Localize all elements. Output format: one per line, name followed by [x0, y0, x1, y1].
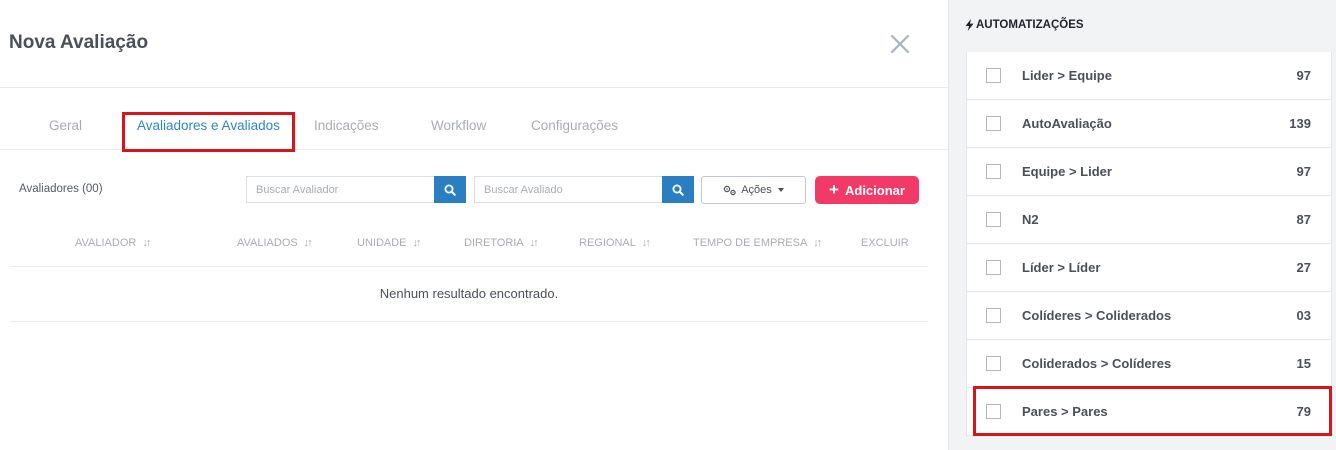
column-header-tempo-de-empresa[interactable]: TEMPO DE EMPRESA ↓↑ [693, 237, 822, 249]
automation-item-pares-pares[interactable]: Pares > Pares 79 [967, 388, 1331, 435]
automations-panel: AUTOMATIZAÇÕES Lider > Equipe 97 AutoAva… [948, 0, 1336, 450]
automation-count: 139 [1289, 116, 1311, 131]
automation-checkbox[interactable] [986, 260, 1001, 275]
chevron-down-icon [777, 188, 784, 192]
plus-icon: + [829, 180, 839, 199]
automation-label: Coliderados > Colíderes [1022, 356, 1172, 371]
automation-label: Colíderes > Coliderados [1022, 308, 1172, 323]
search-avaliado-button[interactable] [662, 176, 694, 203]
modal-header: Nova Avaliação [0, 0, 948, 88]
column-header-avaliados[interactable]: AVALIADOS ↓↑ [237, 237, 313, 249]
automation-checkbox[interactable] [986, 404, 1001, 419]
automation-count: 03 [1296, 308, 1311, 323]
sort-icon: ↓↑ [641, 237, 651, 249]
tab-bar: Geral Avaliadores e Avaliados Indicações… [0, 88, 948, 150]
tab-configuracoes[interactable]: Configurações [531, 118, 618, 133]
automation-count: 27 [1296, 260, 1311, 275]
search-avaliador-input[interactable] [246, 176, 434, 203]
modal-title: Nova Avaliação [9, 32, 149, 53]
tab-geral[interactable]: Geral [49, 118, 82, 133]
automation-checkbox[interactable] [986, 356, 1001, 371]
avaliadores-count-label: Avaliadores (00) [19, 183, 103, 195]
tab-avaliadores-e-avaliados[interactable]: Avaliadores e Avaliados [137, 118, 280, 133]
automation-item-lider-lider[interactable]: Líder > Líder 27 [967, 244, 1331, 292]
column-header-unidade[interactable]: UNIDADE ↓↑ [357, 237, 422, 249]
automation-item-coliders-coliderados[interactable]: Colíderes > Coliderados 03 [967, 292, 1331, 340]
automations-title: AUTOMATIZAÇÕES [965, 19, 1084, 31]
search-avaliador-group [246, 176, 466, 203]
column-header-diretoria[interactable]: DIRETORIA ↓↑ [464, 237, 539, 249]
automation-item-n2[interactable]: N2 87 [967, 196, 1331, 244]
automation-label: Líder > Líder [1022, 260, 1101, 275]
automation-count: 15 [1296, 356, 1311, 371]
acoes-label: Ações [741, 184, 772, 196]
bolt-icon [965, 19, 974, 31]
sort-icon: ↓↑ [303, 237, 313, 249]
search-avaliador-button[interactable] [434, 176, 466, 203]
sort-icon: ↓↑ [529, 237, 539, 249]
gears-icon [724, 185, 736, 195]
search-avaliado-group [474, 176, 694, 203]
column-header-regional[interactable]: REGIONAL ↓↑ [579, 237, 651, 249]
nova-avaliacao-modal: Nova Avaliação Geral Avaliadores e Avali… [0, 0, 948, 450]
tab-workflow[interactable]: Workflow [431, 118, 486, 133]
sort-icon: ↓↑ [412, 237, 422, 249]
sort-icon: ↓↑ [813, 237, 822, 249]
automation-checkbox[interactable] [986, 308, 1001, 323]
automation-label: Lider > Equipe [1022, 68, 1112, 83]
column-header-excluir: EXCLUIR [861, 237, 909, 249]
automation-count: 97 [1296, 68, 1311, 83]
automation-label: Pares > Pares [1022, 404, 1108, 419]
automation-checkbox[interactable] [986, 116, 1001, 131]
automation-count: 87 [1296, 212, 1311, 227]
close-icon [890, 34, 910, 54]
automation-label: AutoAvaliação [1022, 116, 1112, 131]
tab-indicacoes[interactable]: Indicações [314, 118, 379, 133]
automation-label: N2 [1022, 212, 1039, 227]
automation-checkbox[interactable] [986, 68, 1001, 83]
table-header: AVALIADOR ↓↑ AVALIADOS ↓↑ UNIDADE ↓↑ DIR… [10, 222, 928, 267]
automation-count: 97 [1296, 164, 1311, 179]
acoes-dropdown-button[interactable]: Ações [701, 176, 806, 204]
adicionar-label: Adicionar [844, 182, 905, 198]
search-avaliado-input[interactable] [474, 176, 662, 203]
app-root: Nova Avaliação Geral Avaliadores e Avali… [0, 0, 1336, 450]
close-button[interactable] [888, 32, 912, 56]
automation-item-autoavaliacao[interactable]: AutoAvaliação 139 [967, 100, 1331, 148]
automation-count: 79 [1296, 404, 1311, 419]
search-icon [672, 184, 684, 196]
automation-item-coliderados-coliders[interactable]: Coliderados > Colíderes 15 [967, 340, 1331, 388]
adicionar-button[interactable]: + Adicionar [815, 176, 919, 204]
automation-label: Equipe > Lider [1022, 164, 1112, 179]
automation-checkbox[interactable] [986, 164, 1001, 179]
automation-item-equipe-lider[interactable]: Equipe > Lider 97 [967, 148, 1331, 196]
empty-table-message: Nenhum resultado encontrado. [10, 267, 928, 322]
search-icon [444, 184, 456, 196]
automations-list: Lider > Equipe 97 AutoAvaliação 139 Equi… [966, 52, 1332, 436]
sort-icon: ↓↑ [142, 237, 151, 249]
column-header-avaliador[interactable]: AVALIADOR ↓↑ [75, 237, 151, 249]
automation-checkbox[interactable] [986, 212, 1001, 227]
automation-item-lider-equipe[interactable]: Lider > Equipe 97 [967, 52, 1331, 100]
